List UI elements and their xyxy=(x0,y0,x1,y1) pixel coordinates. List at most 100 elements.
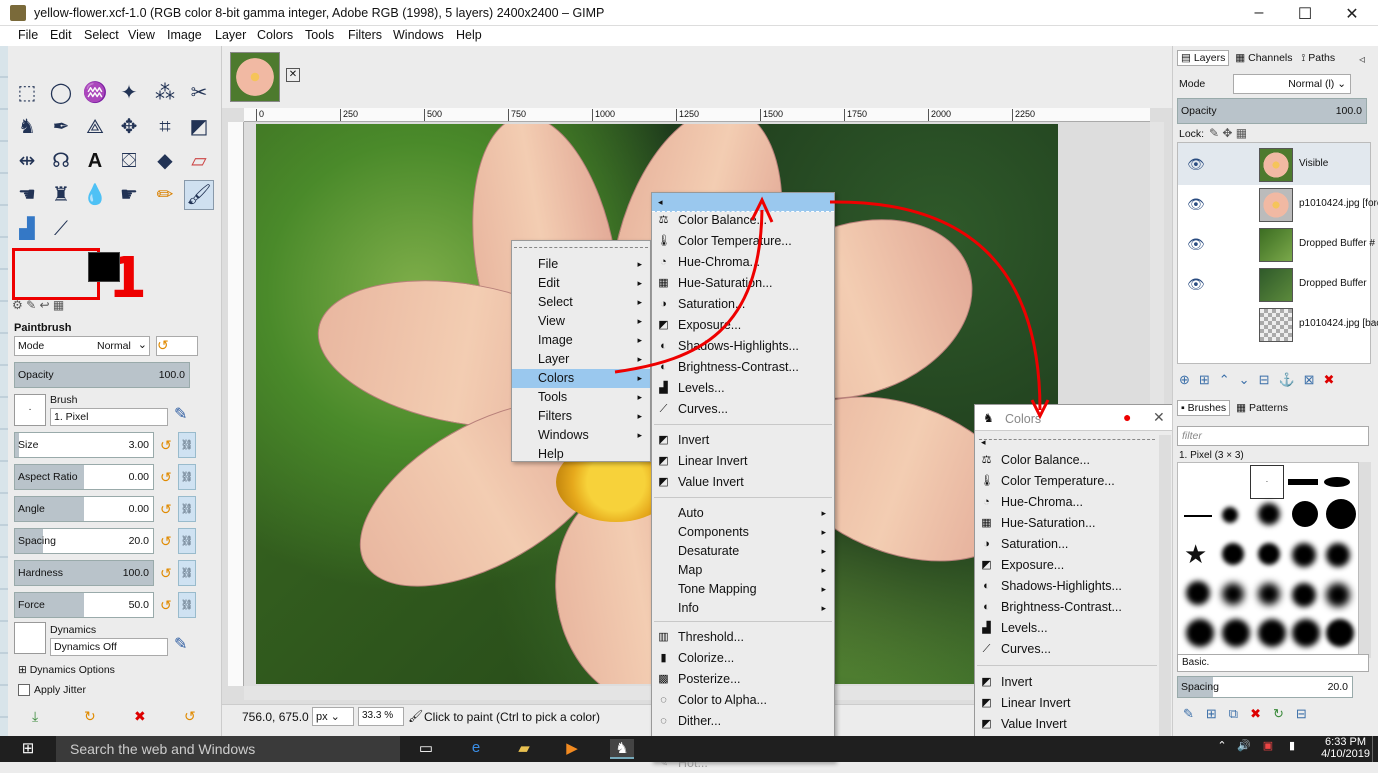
colors-item[interactable]: ▟ Levels... xyxy=(652,379,834,398)
image-tab-thumbnail[interactable] xyxy=(230,52,280,102)
eye-icon[interactable]: 👁 xyxy=(1187,236,1205,253)
taskbar-search[interactable]: Search the web and Windows xyxy=(56,736,400,762)
colors-item[interactable]: ◩ Value Invert xyxy=(652,473,834,492)
colors-window-item[interactable]: 🌡 Color Temperature... xyxy=(975,472,1159,491)
colors-item[interactable]: ◩ Invert xyxy=(652,431,834,450)
save-options-icon[interactable]: ⤓ xyxy=(32,708,38,725)
context-item-filters[interactable]: Filters ▸ xyxy=(512,407,650,426)
colors-item[interactable]: ▦ Hue-Saturation... xyxy=(652,274,834,293)
slider-hardness[interactable]: Hardness 100.0 xyxy=(14,560,154,586)
brush-preset-select[interactable]: Basic. xyxy=(1177,654,1369,672)
menu-select[interactable]: Select xyxy=(84,28,119,42)
slider-aspect-ratio[interactable]: Aspect Ratio 0.00 xyxy=(14,464,154,490)
context-item-layer[interactable]: Layer ▸ xyxy=(512,350,650,369)
layer-mode-select[interactable]: Normal (l) ⌄ xyxy=(1233,74,1351,94)
edge-browser-icon[interactable]: e xyxy=(464,739,488,759)
context-item-tools[interactable]: Tools ▸ xyxy=(512,388,650,407)
dynamics-field[interactable]: Dynamics Off xyxy=(50,638,168,656)
transform-icon[interactable]: ◩ xyxy=(184,112,214,142)
reset-options-icon[interactable]: ↺ xyxy=(184,708,196,725)
volume-icon[interactable]: 🔊 xyxy=(1232,739,1256,759)
eye-icon[interactable]: 👁 xyxy=(1187,156,1205,173)
apply-jitter-checkbox[interactable] xyxy=(18,684,30,696)
blur-icon[interactable]: 💧 xyxy=(80,180,110,210)
eye-icon[interactable]: 👁 xyxy=(1187,196,1205,213)
context-item-file[interactable]: File ▸ xyxy=(512,255,650,274)
dock-menu-icon[interactable]: ◃ xyxy=(1359,52,1365,66)
foreground-color[interactable] xyxy=(88,252,120,282)
minimize-button[interactable]: – xyxy=(1244,4,1274,22)
text-tool-icon[interactable]: A xyxy=(80,146,110,176)
menu-colors[interactable]: Colors xyxy=(257,28,293,42)
brush-preview[interactable]: · xyxy=(14,394,46,426)
colors-window-item[interactable]: ◑ Saturation... xyxy=(975,535,1159,554)
colors-window-close[interactable]: ✕ xyxy=(1153,409,1165,426)
eraser-icon[interactable]: ▱ xyxy=(184,146,214,176)
brush-name-field[interactable]: 1. Pixel xyxy=(50,408,168,426)
color-select-icon[interactable]: ⁂ xyxy=(150,78,180,108)
colors-item[interactable]: ◐ Shadows-Highlights... xyxy=(652,337,834,356)
task-view-icon[interactable]: ▭ xyxy=(414,739,438,759)
file-explorer-icon[interactable]: ▰ xyxy=(512,739,536,759)
media-player-icon[interactable]: ▶ xyxy=(560,739,584,759)
layer-row[interactable]: 👁 p1010424.jpg [fore xyxy=(1179,186,1378,226)
reset-icon[interactable]: ↺ xyxy=(160,501,172,518)
show-desktop-button[interactable] xyxy=(1372,736,1378,762)
slider-force[interactable]: Force 50.0 xyxy=(14,592,154,618)
menu-layer[interactable]: Layer xyxy=(215,28,246,42)
context-item-help[interactable]: Help xyxy=(512,445,650,464)
menu-view[interactable]: View xyxy=(128,28,155,42)
ellipse-select-icon[interactable]: ◯ xyxy=(46,78,76,108)
link-icon[interactable]: ⛓ xyxy=(178,432,196,458)
lock-icons[interactable]: ✎ ✥ ▦ xyxy=(1209,126,1247,140)
context-item-colors[interactable]: Colors ▸ xyxy=(512,369,650,388)
link-icon[interactable]: ⛓ xyxy=(178,464,196,490)
mode-select[interactable]: Mode Normal ⌄ xyxy=(14,336,150,356)
menu-edit[interactable]: Edit xyxy=(50,28,72,42)
pencil-icon[interactable]: ✏ xyxy=(150,180,180,210)
edit-brush-icon[interactable]: ✎ xyxy=(174,404,187,424)
colors-submenu-item[interactable]: Components ▸ xyxy=(652,523,834,542)
colors-window-item[interactable]: ▦ Hue-Saturation... xyxy=(975,514,1159,533)
restore-options-icon[interactable]: ↻ xyxy=(84,708,96,725)
colors-item[interactable]: ◌ Dither... xyxy=(652,712,834,731)
foreground-select-icon[interactable]: ♞ xyxy=(12,112,42,142)
menu-help[interactable]: Help xyxy=(456,28,482,42)
unit-select[interactable]: px ⌄ xyxy=(312,707,354,726)
colors-item[interactable]: ◩ Linear Invert xyxy=(652,452,834,471)
zoom-select[interactable]: 33.3 % xyxy=(358,707,404,726)
menu-file[interactable]: File xyxy=(18,28,38,42)
gradient-icon[interactable]: ◆ xyxy=(150,146,180,176)
eye-icon[interactable]: 👁 xyxy=(1187,276,1205,293)
link-icon[interactable]: ⛓ xyxy=(178,528,196,554)
tab-layers[interactable]: ▤ Layers xyxy=(1177,50,1230,66)
colors-item[interactable]: ◌ Color to Alpha... xyxy=(652,691,834,710)
edit-dynamics-icon[interactable]: ✎ xyxy=(174,634,187,654)
windows-start-icon[interactable]: ⊞ xyxy=(16,739,40,759)
colors-submenu-item[interactable]: Info ▸ xyxy=(652,599,834,618)
pin-icon[interactable]: ● xyxy=(1123,409,1131,425)
colors-item[interactable]: ◑ Saturation... xyxy=(652,295,834,314)
context-item-image[interactable]: Image ▸ xyxy=(512,331,650,350)
colors-item[interactable]: ◔ Hue-Chroma... xyxy=(652,253,834,272)
menu-image[interactable]: Image xyxy=(167,28,202,42)
tab-patterns[interactable]: ▦ Patterns xyxy=(1233,401,1291,415)
brush-spacing-slider[interactable]: Spacing 20.0 xyxy=(1177,676,1353,698)
colors-item[interactable]: ⚖ Color Balance... xyxy=(652,211,834,230)
colors-item[interactable]: ◩ Exposure... xyxy=(652,316,834,335)
colors-item[interactable]: ▩ Posterize... xyxy=(652,670,834,689)
opacity-slider[interactable]: Opacity 100.0 xyxy=(14,362,190,388)
tab-brushes[interactable]: ▪ Brushes xyxy=(1177,400,1231,416)
menu-windows[interactable]: Windows xyxy=(393,28,444,42)
colors-submenu-item[interactable]: Auto ▸ xyxy=(652,504,834,523)
brush-actions[interactable]: ✎⊞⧉✖↻⊟ xyxy=(1183,706,1319,722)
context-item-edit[interactable]: Edit ▸ xyxy=(512,274,650,293)
tear-off-line[interactable] xyxy=(514,247,648,248)
fuzzy-select-icon[interactable]: ✦ xyxy=(114,78,144,108)
context-item-view[interactable]: View ▸ xyxy=(512,312,650,331)
colors-window-item[interactable]: ◐ Shadows-Highlights... xyxy=(975,577,1159,596)
smudge-icon[interactable]: ☛ xyxy=(114,180,144,210)
align-icon[interactable]: ⟁ xyxy=(80,112,110,142)
close-tab-icon[interactable]: ✕ xyxy=(286,68,300,82)
colors-window-item[interactable]: ◩ Value Invert xyxy=(975,715,1159,734)
